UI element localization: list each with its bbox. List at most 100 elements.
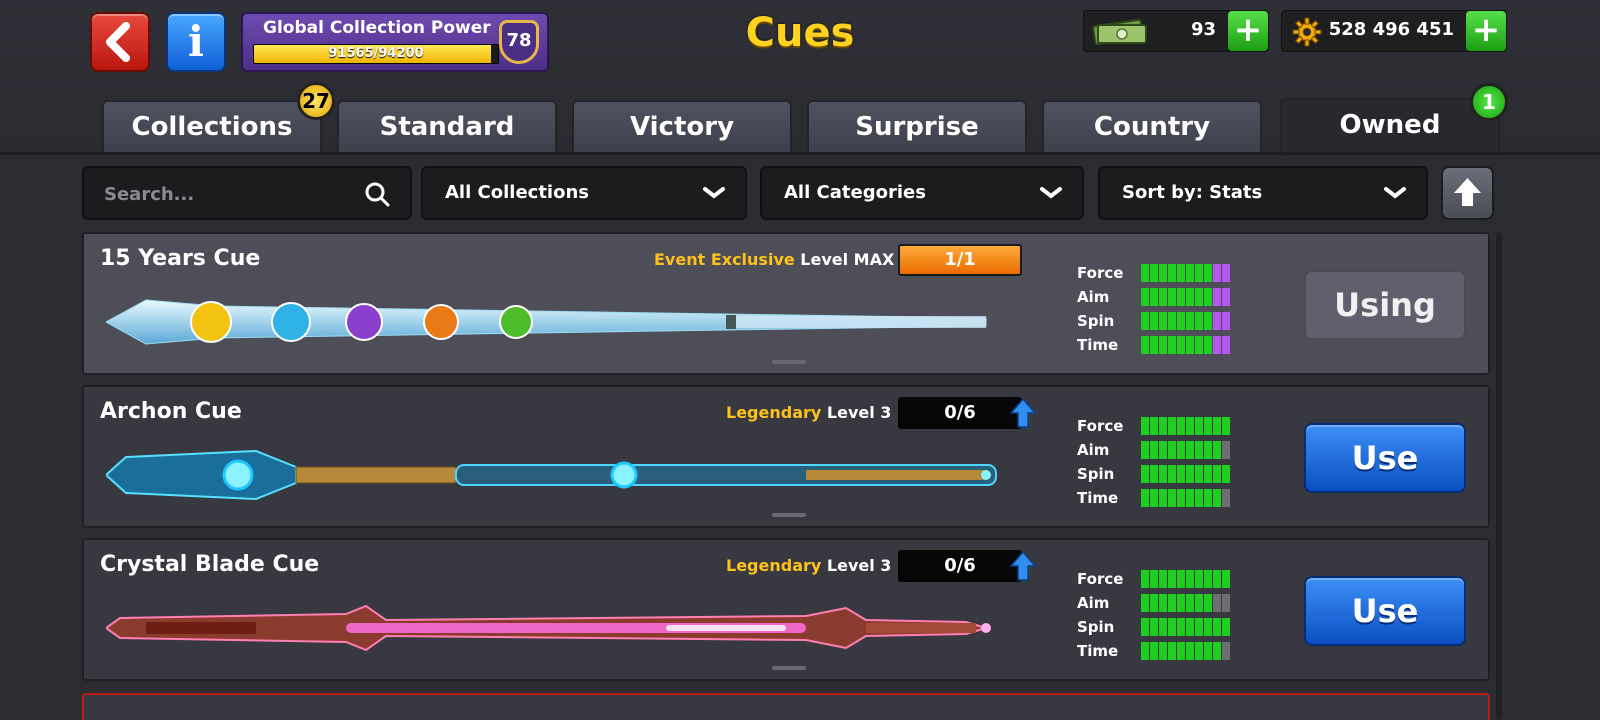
stat-segment xyxy=(1177,288,1185,306)
cue-meta: Legendary Level 3 xyxy=(726,556,891,575)
tab-country[interactable]: Country xyxy=(1042,100,1262,154)
stat-label: Force xyxy=(1077,570,1124,588)
stat-segment xyxy=(1186,441,1194,459)
tab-owned[interactable]: Owned xyxy=(1280,98,1500,156)
cash-value: 93 xyxy=(1190,19,1216,40)
arrow-up-icon xyxy=(1454,178,1481,206)
stat-segment xyxy=(1195,441,1203,459)
stat-force-bars xyxy=(1141,570,1230,588)
stat-segment xyxy=(1168,465,1176,483)
stat-segment xyxy=(1204,312,1212,330)
stat-segment xyxy=(1141,288,1149,306)
search-box[interactable] xyxy=(82,166,412,220)
search-input[interactable] xyxy=(104,179,344,209)
stat-segment xyxy=(1204,642,1212,660)
use-button[interactable]: Use xyxy=(1304,423,1466,493)
back-button[interactable] xyxy=(90,12,150,72)
stat-segment xyxy=(1186,570,1194,588)
tab-surprise[interactable]: Surprise xyxy=(807,100,1027,154)
stat-segment xyxy=(1150,441,1158,459)
stat-segment xyxy=(1195,489,1203,507)
row-grip xyxy=(772,360,806,364)
stat-segment xyxy=(1186,618,1194,636)
stat-label: Aim xyxy=(1077,288,1110,306)
stat-segment xyxy=(1150,264,1158,282)
cue-meta: Legendary Level 3 xyxy=(726,403,891,422)
upgrade-arrow-icon xyxy=(1010,397,1036,428)
collection-power-progress: 91565/94200 xyxy=(328,46,424,61)
stat-segment xyxy=(1168,312,1176,330)
stat-label: Time xyxy=(1077,336,1119,354)
use-button[interactable]: Use xyxy=(1304,576,1466,646)
stat-segment xyxy=(1186,642,1194,660)
stat-spin-bars xyxy=(1141,465,1230,483)
stat-segment xyxy=(1177,312,1185,330)
stat-segment xyxy=(1177,489,1185,507)
info-button[interactable]: i xyxy=(166,12,226,72)
stat-segment xyxy=(1177,594,1185,612)
stat-segment xyxy=(1222,441,1230,459)
stat-segment xyxy=(1213,312,1221,330)
stat-segment xyxy=(1150,336,1158,354)
stat-aim: Aim xyxy=(1077,439,1247,463)
cue-meta: Event Exclusive Level MAX xyxy=(654,250,894,269)
stat-label: Spin xyxy=(1077,618,1115,636)
cue-name: 15 Years Cue xyxy=(100,246,261,271)
cue-level-progress: 0/6 xyxy=(898,550,1022,582)
stat-segment xyxy=(1195,264,1203,282)
add-cash-button[interactable]: + xyxy=(1228,11,1268,51)
stat-segment xyxy=(1150,465,1158,483)
cue-row[interactable]: Crystal Blade Cue Legendary Level 3 0/6 … xyxy=(82,538,1490,681)
stat-segment xyxy=(1159,465,1167,483)
tab-collections[interactable]: Collections xyxy=(102,100,322,154)
tab-standard[interactable]: Standard xyxy=(337,100,557,154)
collections-badge: 27 xyxy=(297,82,335,120)
coins-counter: 528 496 451 + xyxy=(1281,10,1507,52)
stat-segment xyxy=(1141,642,1149,660)
collection-power-bar: 91565/94200 xyxy=(253,44,499,64)
stat-segment xyxy=(1159,264,1167,282)
stat-time-bars xyxy=(1141,642,1230,660)
stat-label: Time xyxy=(1077,489,1119,507)
cash-counter: 93 + xyxy=(1083,10,1269,52)
stat-force: Force xyxy=(1077,262,1247,286)
list-scrollbar[interactable] xyxy=(1496,232,1502,720)
stat-segment xyxy=(1204,417,1212,435)
tab-victory[interactable]: Victory xyxy=(572,100,792,154)
stat-segment xyxy=(1195,336,1203,354)
sort-direction-button[interactable] xyxy=(1441,166,1494,220)
cue-name: Archon Cue xyxy=(100,399,242,424)
row-grip xyxy=(772,666,806,670)
stat-segment xyxy=(1213,642,1221,660)
cue-rarity: Legendary xyxy=(726,403,822,422)
categories-dropdown[interactable]: All Categories xyxy=(760,166,1084,220)
stat-segment xyxy=(1150,618,1158,636)
add-coins-button[interactable]: + xyxy=(1466,11,1506,51)
stat-segment xyxy=(1195,417,1203,435)
stat-segment xyxy=(1168,417,1176,435)
stat-spin: Spin xyxy=(1077,310,1247,334)
collection-power-panel[interactable]: Global Collection Power 91565/94200 78 xyxy=(241,12,549,72)
cue-row[interactable]: Archon Cue Legendary Level 3 0/6 Force A… xyxy=(82,385,1490,528)
stat-aim-bars xyxy=(1141,288,1230,306)
stat-segment xyxy=(1141,417,1149,435)
stat-segment xyxy=(1168,441,1176,459)
cue-row-partial[interactable] xyxy=(82,693,1490,720)
stat-segment xyxy=(1159,594,1167,612)
collections-dropdown[interactable]: All Collections xyxy=(421,166,747,220)
stat-segment xyxy=(1141,441,1149,459)
stat-segment xyxy=(1168,642,1176,660)
cue-crystal-blade-image xyxy=(106,604,991,652)
stat-segment xyxy=(1213,336,1221,354)
sort-dropdown[interactable]: Sort by: Stats xyxy=(1098,166,1428,220)
stat-label: Spin xyxy=(1077,312,1115,330)
using-button[interactable]: Using xyxy=(1304,270,1466,340)
chevron-down-icon xyxy=(703,187,725,199)
cue-row[interactable]: 15 Years Cue Event Exclusive Level MAX 1… xyxy=(82,232,1490,375)
stat-segment xyxy=(1150,570,1158,588)
stat-segment xyxy=(1150,288,1158,306)
stat-segment xyxy=(1177,618,1185,636)
plus-icon: + xyxy=(1233,10,1263,50)
stat-segment xyxy=(1195,465,1203,483)
stat-segment xyxy=(1222,336,1230,354)
